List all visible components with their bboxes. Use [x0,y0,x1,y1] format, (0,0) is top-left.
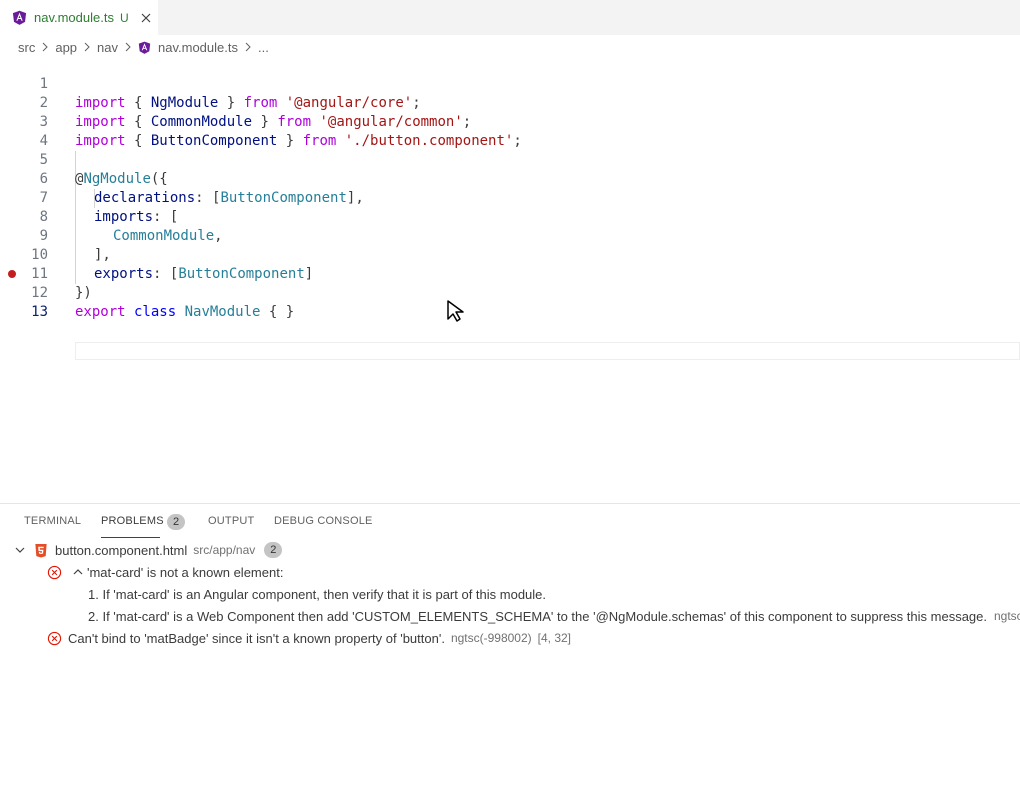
problem-location: [4, 32] [537,631,572,645]
editor-tab-bar: nav.module.ts U [0,0,1020,35]
breadcrumb-nav[interactable]: nav [97,40,118,55]
breadcrumb-file-label: nav.module.ts [158,39,238,55]
panel-tab-bar: TERMINAL PROBLEMS 2 OUTPUT DEBUG CONSOLE [0,504,1020,540]
tab-nav-module[interactable]: nav.module.ts U [0,0,158,35]
file-problem-count-badge: 2 [264,542,283,558]
active-tab-indicator [101,537,160,538]
chevron-up-icon[interactable] [72,566,84,578]
code-line: 8 CommonModule, [0,189,1020,244]
tab-status-badge: U [119,10,129,25]
tab-debug-console[interactable]: DEBUG CONSOLE [274,515,373,527]
html5-icon [35,543,47,558]
breadcrumb-app[interactable]: app [55,40,77,55]
problem-file-row[interactable]: button.component.html src/app/nav 2 [14,539,283,561]
error-icon [47,565,62,579]
line-number: 13 [31,304,48,320]
code-line: 11 }) [0,246,1020,301]
code-line: 9 ], [0,208,1020,263]
tab-problems[interactable]: PROBLEMS [101,515,164,527]
chevron-right-icon [84,42,90,52]
current-line-highlight [75,342,1020,360]
problem-message: 'mat-card' is not a known element: [87,564,284,580]
chevron-right-icon [245,42,251,52]
code-line: 7 imports: [ [0,170,1020,225]
breadcrumb-file[interactable]: nav.module.ts [138,40,238,55]
breadcrumb: src app nav nav.module.ts ... [18,37,269,57]
bottom-panel: TERMINAL PROBLEMS 2 OUTPUT DEBUG CONSOLE… [0,503,1020,800]
code-line: 6 declarations: [ButtonComponent], [0,151,1020,206]
code-line: 1 import { NgModule } from '@angular/cor… [0,56,1020,111]
problem-source: ngtsc(-998002) [450,631,532,645]
breadcrumb-src[interactable]: src [18,40,35,55]
angular-icon [12,10,27,25]
code-line: 10 exports: [ButtonComponent] [0,227,1020,282]
problems-count-badge: 2 [167,514,185,530]
tab-terminal[interactable]: TERMINAL [24,515,81,527]
code-line: 13 [0,284,1020,320]
code-line: 4 [0,113,1020,149]
close-icon[interactable] [138,10,154,26]
problem-detail-text: 1. If 'mat-card' is an Angular component… [88,586,547,602]
problem-detail: 1. If 'mat-card' is an Angular component… [88,583,546,605]
problem-detail-text: 2. If 'mat-card' is a Web Component then… [88,608,987,624]
problem-file-name: button.component.html [55,542,188,558]
code-line: 3 import { ButtonComponent } from './but… [0,94,1020,149]
problem-file-path: src/app/nav [193,543,256,557]
tab-output[interactable]: OUTPUT [208,515,254,527]
breadcrumb-symbol-ellipsis[interactable]: ... [258,40,269,55]
problem-source: ngtsc [994,609,1020,623]
code-line: 5 @NgModule({ [0,132,1020,187]
code-line: 12 export class NavModule { } [0,265,1020,320]
problem-item[interactable]: 'mat-card' is not a known element: [47,561,283,583]
code-line: 2 import { CommonModule } from '@angular… [0,75,1020,130]
chevron-right-icon [42,42,49,52]
code-editor[interactable]: 1 import { NgModule } from '@angular/cor… [0,56,1020,503]
chevron-right-icon [125,42,131,52]
problem-item[interactable]: Can't bind to 'matBadge' since it isn't … [47,627,571,649]
angular-icon [138,41,151,54]
chevron-down-icon[interactable] [14,544,26,556]
problem-detail: 2. If 'mat-card' is a Web Component then… [88,605,1020,627]
tab-title: nav.module.ts [34,10,114,25]
mouse-pointer-icon [447,300,464,322]
problem-message: Can't bind to 'matBadge' since it isn't … [68,630,445,646]
error-icon [47,631,62,645]
